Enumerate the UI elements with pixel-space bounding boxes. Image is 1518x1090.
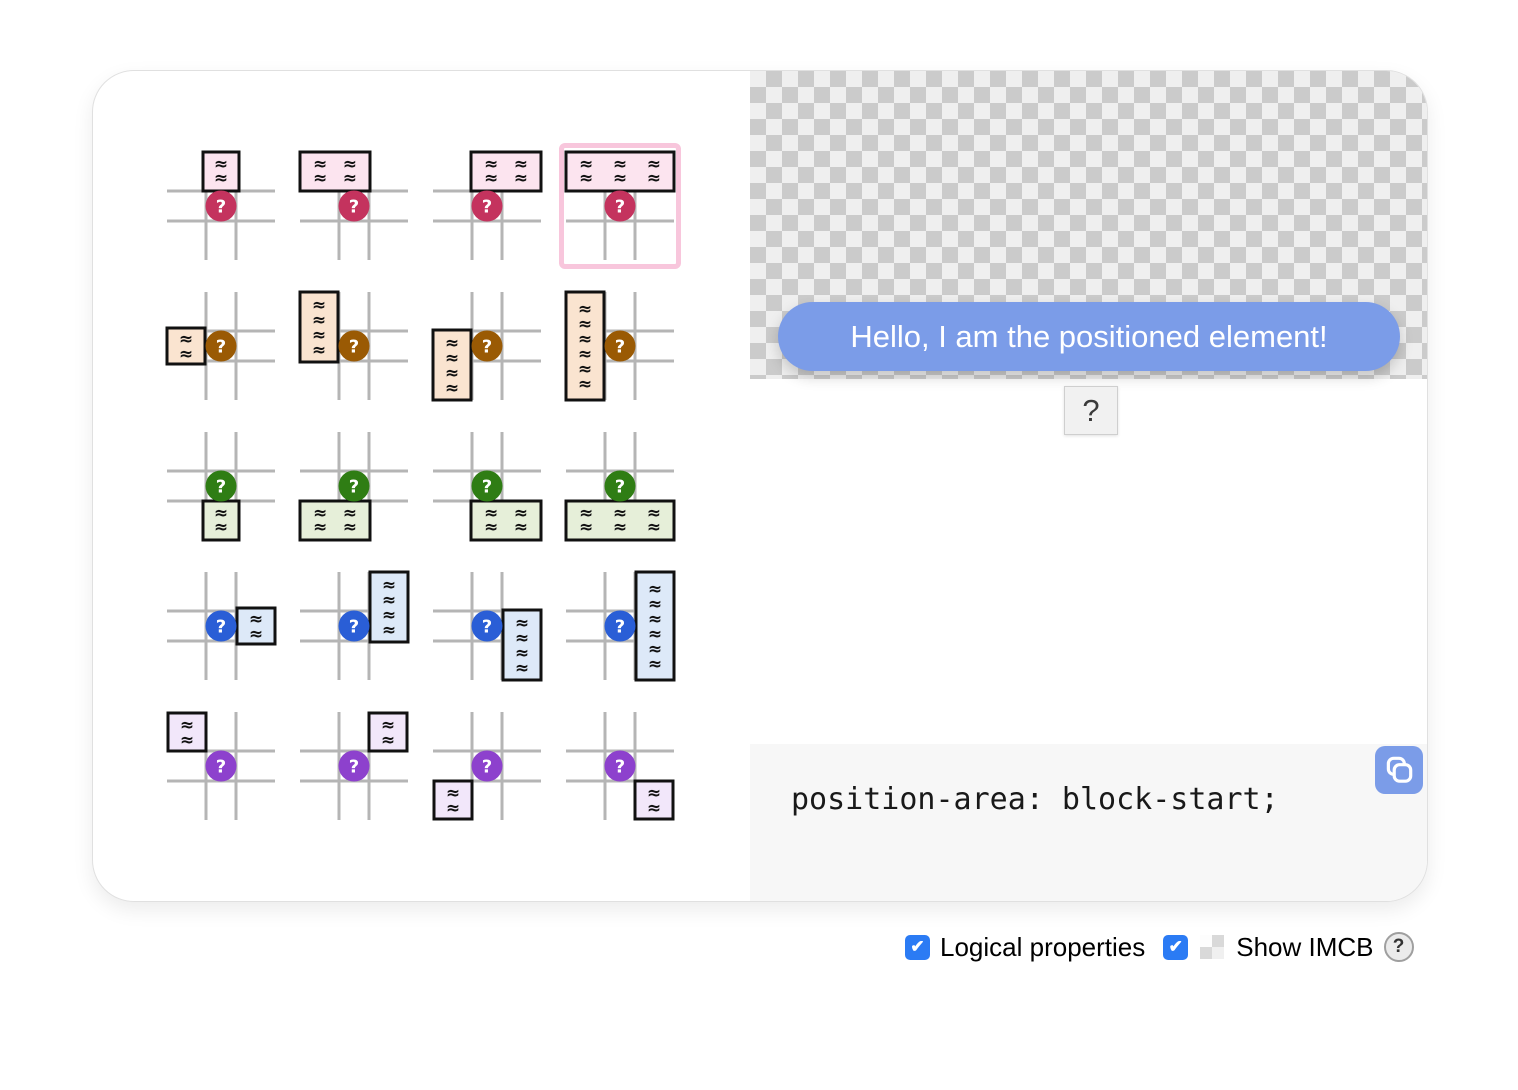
option-cell: ≈≈≈≈≈≈? — [553, 276, 686, 416]
option-cell: ≈≈≈≈? — [287, 136, 420, 276]
option-span-block-end-inline-start[interactable]: ≈≈≈≈? — [426, 283, 548, 409]
option-span-block-end-inline-end[interactable]: ≈≈≈≈? — [426, 563, 548, 689]
svg-text:?: ? — [481, 617, 491, 638]
svg-text:?: ? — [348, 617, 358, 638]
anchor-element: ? — [1064, 386, 1118, 435]
option-center-inline-start[interactable]: ≈≈? — [160, 283, 282, 409]
bottom-controls: ✔ Logical properties ✔ Show IMCB ? — [905, 929, 1414, 965]
option-cell: ≈≈≈≈≈≈? — [553, 556, 686, 696]
svg-text:≈: ≈ — [380, 731, 394, 751]
transparency-checker-icon — [1200, 935, 1224, 959]
page: ≈≈?≈≈≈≈?≈≈≈≈?≈≈≈≈≈≈?≈≈?≈≈≈≈?≈≈≈≈?≈≈≈≈≈≈?… — [0, 0, 1518, 1090]
show-imcb-checkbox[interactable]: ✔ — [1163, 935, 1188, 960]
option-cell: ≈≈? — [287, 696, 420, 836]
svg-text:≈: ≈ — [647, 655, 661, 675]
option-block-start-inline-start[interactable]: ≈≈? — [160, 703, 282, 829]
svg-text:?: ? — [215, 757, 225, 778]
position-area-options-grid: ≈≈?≈≈≈≈?≈≈≈≈?≈≈≈≈≈≈?≈≈?≈≈≈≈?≈≈≈≈?≈≈≈≈≈≈?… — [154, 136, 686, 836]
svg-text:≈: ≈ — [213, 169, 227, 189]
svg-text:?: ? — [215, 197, 225, 218]
option-cell: ≈≈≈≈? — [287, 556, 420, 696]
svg-text:?: ? — [614, 757, 624, 778]
option-cell: ≈≈? — [553, 696, 686, 836]
option-cell: ≈≈≈≈? — [420, 276, 553, 416]
option-inline-start[interactable]: ≈≈≈≈≈≈? — [559, 283, 681, 409]
position-area-tool-card: ≈≈?≈≈≈≈?≈≈≈≈?≈≈≈≈≈≈?≈≈?≈≈≈≈?≈≈≈≈?≈≈≈≈≈≈?… — [92, 70, 1428, 902]
svg-text:?: ? — [348, 197, 358, 218]
option-cell: ≈≈? — [420, 696, 553, 836]
code-panel: position-area: block-start; — [750, 744, 1427, 901]
svg-text:?: ? — [215, 477, 225, 498]
svg-text:≈: ≈ — [514, 659, 528, 679]
option-span-block-start-inline-start[interactable]: ≈≈≈≈? — [293, 283, 415, 409]
option-cell: ≈≈? — [154, 136, 287, 276]
show-imcb-label[interactable]: Show IMCB — [1236, 932, 1373, 963]
option-block-start-center[interactable]: ≈≈? — [160, 143, 282, 269]
svg-text:≈: ≈ — [381, 621, 395, 641]
svg-text:≈: ≈ — [646, 799, 660, 819]
svg-text:?: ? — [348, 337, 358, 358]
svg-text:?: ? — [215, 617, 225, 638]
svg-text:≈≈≈: ≈≈≈ — [579, 518, 661, 538]
option-cell: ≈≈≈≈? — [287, 416, 420, 556]
option-cell: ≈≈≈≈≈≈? — [553, 136, 686, 276]
imcb-checkerboard: Hello, I am the positioned element! — [750, 71, 1427, 379]
svg-text:≈: ≈ — [179, 731, 193, 751]
svg-text:?: ? — [481, 477, 491, 498]
option-cell: ≈≈≈≈? — [420, 416, 553, 556]
copy-button[interactable] — [1375, 746, 1423, 794]
option-block-start[interactable]: ≈≈≈≈≈≈? — [559, 143, 681, 269]
option-cell: ≈≈≈≈? — [287, 276, 420, 416]
copy-icon — [1382, 753, 1416, 787]
svg-text:?: ? — [614, 197, 624, 218]
option-cell: ≈≈? — [154, 556, 287, 696]
svg-text:?: ? — [348, 757, 358, 778]
svg-text:?: ? — [481, 197, 491, 218]
option-inline-end[interactable]: ≈≈≈≈≈≈? — [559, 563, 681, 689]
svg-text:?: ? — [614, 617, 624, 638]
svg-text:≈≈≈: ≈≈≈ — [579, 169, 661, 189]
svg-text:≈: ≈ — [311, 341, 325, 361]
svg-text:≈: ≈ — [444, 379, 458, 399]
option-block-start-span-inline-end[interactable]: ≈≈≈≈? — [426, 143, 548, 269]
option-cell: ≈≈? — [154, 276, 287, 416]
svg-text:≈: ≈ — [577, 375, 591, 395]
option-block-start-span-inline-start[interactable]: ≈≈≈≈? — [293, 143, 415, 269]
logical-properties-label[interactable]: Logical properties — [940, 932, 1145, 963]
option-block-end-span-inline-end[interactable]: ≈≈≈≈? — [426, 423, 548, 549]
help-icon[interactable]: ? — [1384, 932, 1414, 962]
svg-text:?: ? — [348, 477, 358, 498]
logical-properties-checkbox[interactable]: ✔ — [905, 935, 930, 960]
option-block-end-inline-end[interactable]: ≈≈? — [559, 703, 681, 829]
option-span-block-start-inline-end[interactable]: ≈≈≈≈? — [293, 563, 415, 689]
svg-text:?: ? — [614, 337, 624, 358]
option-cell: ≈≈? — [154, 416, 287, 556]
code-text: position-area: block-start; — [791, 782, 1279, 817]
option-center-inline-end[interactable]: ≈≈? — [160, 563, 282, 689]
option-block-end-inline-start[interactable]: ≈≈? — [426, 703, 548, 829]
svg-text:?: ? — [481, 757, 491, 778]
svg-text:?: ? — [614, 477, 624, 498]
svg-text:≈: ≈ — [248, 625, 262, 645]
svg-text:≈: ≈ — [178, 345, 192, 365]
option-cell: ≈≈≈≈≈≈? — [553, 416, 686, 556]
positioned-element: Hello, I am the positioned element! — [778, 302, 1400, 371]
option-block-end-center[interactable]: ≈≈? — [160, 423, 282, 549]
option-block-end[interactable]: ≈≈≈≈≈≈? — [559, 423, 681, 549]
option-cell: ≈≈? — [154, 696, 287, 836]
option-block-end-span-inline-start[interactable]: ≈≈≈≈? — [293, 423, 415, 549]
option-cell: ≈≈≈≈? — [420, 556, 553, 696]
svg-text:≈: ≈ — [213, 518, 227, 538]
svg-text:?: ? — [215, 337, 225, 358]
option-cell: ≈≈≈≈? — [420, 136, 553, 276]
option-block-start-inline-end[interactable]: ≈≈? — [293, 703, 415, 829]
svg-text:?: ? — [481, 337, 491, 358]
svg-text:≈: ≈ — [445, 799, 459, 819]
